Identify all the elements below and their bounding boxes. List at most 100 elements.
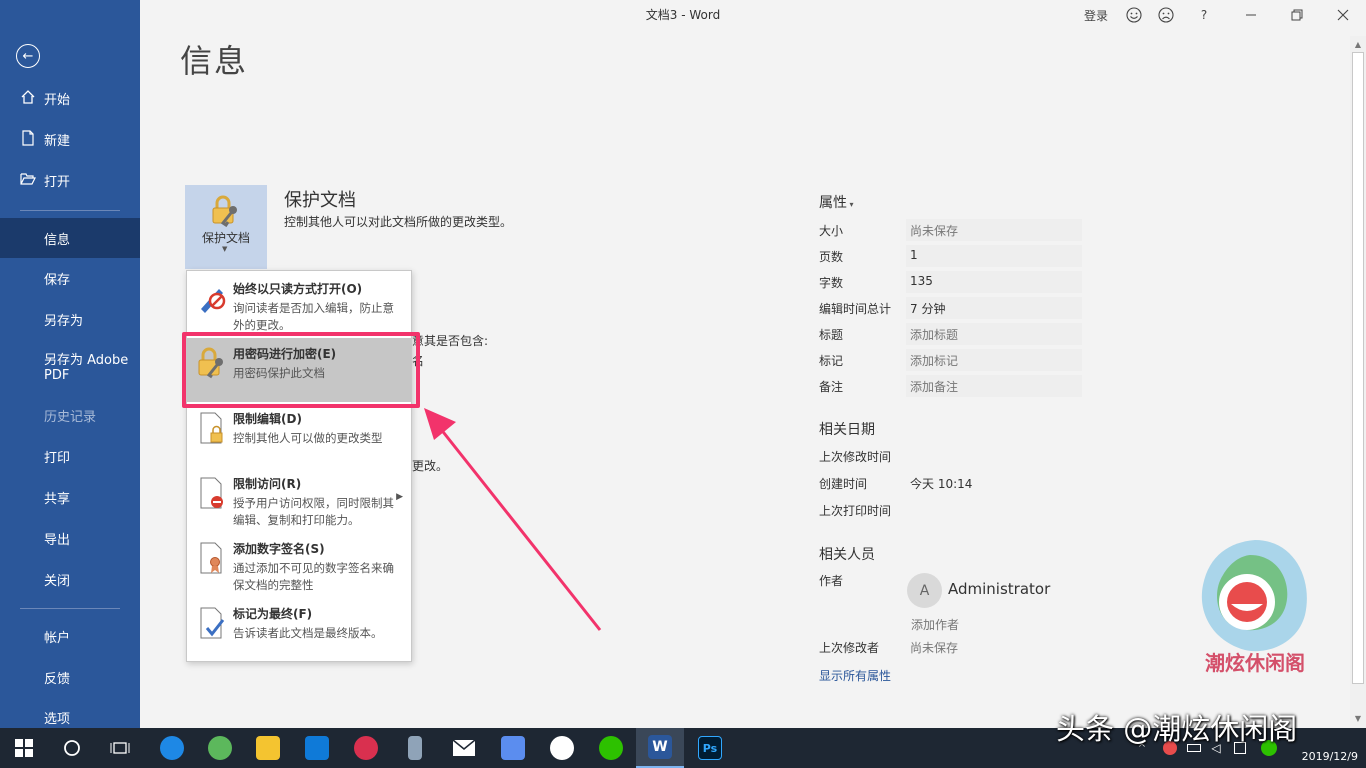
word-taskbar-icon[interactable]: W [636,728,684,768]
sidebar-item-label: 开始 [44,92,71,108]
sidebar-item-info[interactable]: 信息 [0,218,140,258]
show-all-properties-link[interactable]: 显示所有属性 [819,667,891,684]
prop-key: 上次修改者 [819,641,880,655]
add-author-link[interactable]: 添加作者 [911,616,959,633]
prop-value: 7 分钟 [910,302,946,316]
mail-icon[interactable] [440,728,488,768]
document-lock-icon [200,412,223,444]
sidebar-item-save-as-pdf[interactable]: 另存为 Adobe PDF [0,348,140,388]
search-icon[interactable] [48,728,96,768]
menu-item-description: 询问读者是否加入编辑，防止意外的更改。 [233,301,394,332]
baidu-netdisk-icon[interactable] [538,728,586,768]
sidebar-item-label: 反馈 [44,671,71,687]
avatar[interactable]: A [907,573,942,608]
sidebar-item-new[interactable]: 新建 [0,119,140,159]
sidebar-item-open[interactable]: 打开 [0,160,140,200]
back-arrow-icon[interactable]: ← [16,44,40,68]
prop-value: 今天 10:14 [910,477,973,491]
restore-button[interactable] [1274,0,1320,30]
menu-item-digital-signature[interactable]: 添加数字签名(S) 通过添加不可见的数字签名来确保文档的完整性 [187,533,411,597]
inspect-text-fragment: 意其是否包含: [412,334,489,348]
document-ribbon-icon [200,542,222,574]
sidebar-item-account[interactable]: 帐户 [0,616,140,656]
sidebar-item-save[interactable]: 保存 [0,258,140,298]
author-name[interactable]: Administrator [948,580,1050,598]
menu-item-restrict-access[interactable]: 限制访问(R) 授予用户访问权限，同时限制其编辑、复制和打印能力。 ▶ [187,468,411,532]
prop-title[interactable]: 标题 添加标题 [819,323,1082,347]
pen-no-edit-icon [201,289,226,313]
protect-document-button[interactable]: 保护文档 ▼ [185,185,267,269]
sidebar-item-save-as[interactable]: 另存为 [0,299,140,339]
prop-key: 作者 [819,574,844,588]
signin-link[interactable]: 登录 [1078,0,1114,30]
app-yellow-icon[interactable] [244,728,292,768]
prop-comments[interactable]: 备注 添加备注 [819,375,1082,399]
browser-360-icon[interactable] [196,728,244,768]
prop-value: 尚未保存 [910,224,959,238]
watermark-logo-text: 潮炫休闲阁 [1205,651,1305,675]
prop-tags[interactable]: 标记 添加标记 [819,349,1082,373]
windows-start-icon[interactable] [0,728,48,768]
sidebar-item-share[interactable]: 共享 [0,477,140,517]
menu-item-description: 控制其他人可以做的更改类型 [233,431,383,445]
watermark-logo: 潮炫休闲阁 [1201,540,1307,675]
prop-key: 创建时间 [819,477,868,491]
sidebar-item-feedback[interactable]: 反馈 [0,657,140,697]
scrollbar-thumb[interactable] [1352,52,1364,684]
photoshop-icon[interactable]: Ps [686,728,734,768]
prop-tags-input[interactable]: 添加标记 [910,352,958,369]
sidebar-item-label: 共享 [44,491,71,507]
prop-comments-input[interactable]: 添加备注 [910,378,958,395]
menu-item-title: 限制访问(R) [233,477,302,491]
prop-key: 上次修改时间 [819,450,892,464]
sidebar-item-label: 帐户 [44,630,71,646]
prop-edit-time: 编辑时间总计 7 分钟 [819,297,1082,321]
frown-feedback-icon[interactable] [1154,0,1178,30]
scroll-down-icon[interactable]: ▼ [1352,712,1364,726]
edge-browser-icon[interactable] [148,728,196,768]
app-cylinder-icon[interactable] [391,728,439,768]
menu-item-title: 标记为最终(F) [233,607,313,621]
sidebar-divider [20,608,120,609]
prop-key: 大小 [819,224,844,238]
watermark-text: 头条 @潮炫休闲阁 [1056,712,1298,746]
annotation-highlight-box [182,332,420,408]
help-button[interactable]: ? [1192,0,1216,30]
sidebar-item-label: 信息 [44,232,71,248]
prop-key: 页数 [819,250,844,264]
prop-words: 字数 135 [819,271,1082,295]
menu-item-title: 添加数字签名(S) [233,542,325,556]
sidebar-item-label: 关闭 [44,573,71,589]
prop-key: 标题 [819,328,844,342]
menu-item-read-only[interactable]: 始终以只读方式打开(O) 询问读者是否加入编辑，防止意外的更改。 [187,273,411,335]
smile-feedback-icon[interactable] [1122,0,1146,30]
prop-key: 字数 [819,276,844,290]
close-button[interactable] [1320,0,1366,30]
taskbar-date[interactable]: 2019/12/9 [1302,750,1358,763]
sidebar-item-label: 另存为 Adobe PDF [44,353,129,383]
sidebar-item-home[interactable]: 开始 [0,78,140,118]
menu-item-title: 限制编辑(D) [233,412,302,426]
app-bird-icon[interactable] [489,728,537,768]
chevron-down-icon: ▼ [222,245,228,253]
task-view-icon[interactable] [96,728,144,768]
wechat-icon[interactable] [587,728,635,768]
sidebar-item-print[interactable]: 打印 [0,436,140,476]
scroll-up-icon[interactable]: ▲ [1352,38,1364,52]
menu-item-mark-final[interactable]: 标记为最终(F) 告诉读者此文档是最终版本。 [187,598,411,660]
properties-heading[interactable]: 属性 ▾ [819,192,854,212]
minimize-button[interactable] [1228,0,1274,30]
sidebar-item-label: 打印 [44,450,71,466]
sidebar-item-close[interactable]: 关闭 [0,559,140,599]
sidebar-item-export[interactable]: 导出 [0,518,140,558]
prop-title-input[interactable]: 添加标题 [910,326,958,343]
app-blue-icon[interactable] [293,728,341,768]
protect-description: 控制其他人可以对此文档所做的更改类型。 [284,215,513,229]
sidebar-item-label: 新建 [44,133,71,149]
menu-item-restrict-editing[interactable]: 限制编辑(D) 控制其他人可以做的更改类型 [187,403,411,465]
sidebar-item-history[interactable]: 历史记录 [0,395,140,435]
protect-title: 保护文档 [284,190,356,211]
folder-open-icon [20,173,36,185]
document-check-icon [200,607,225,639]
app-red-icon[interactable] [342,728,390,768]
